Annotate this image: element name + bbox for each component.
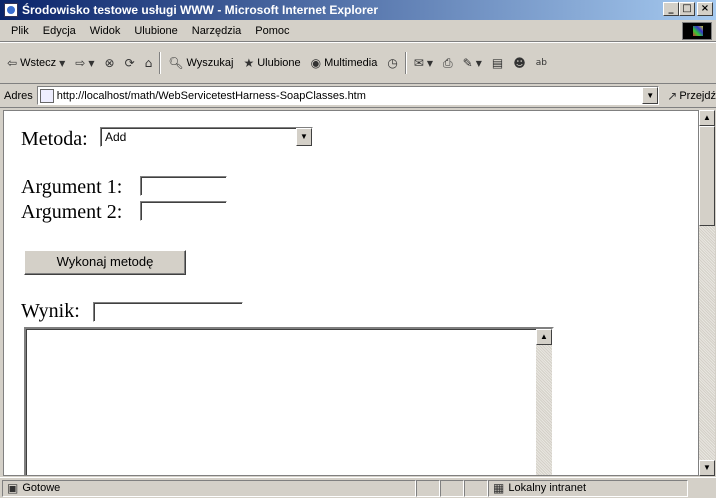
method-select-value: Add [105,130,127,144]
search-label: Wyszukaj [186,57,234,69]
history-button[interactable]: ◷ [384,52,400,74]
minimize-button[interactable]: _ [663,2,679,16]
maximize-button[interactable]: □ [679,2,695,16]
status-text: Gotowe [22,482,61,494]
back-label: Wstecz [20,57,57,69]
result-input[interactable] [93,302,243,322]
argument1-input[interactable] [140,176,227,196]
page-content: Metoda: Add ▼ Argument 1: Argument 2: Wy… [3,110,699,476]
security-zone-panel: ▦ Lokalny intranet [488,479,688,497]
scroll-up-button[interactable]: ▲ [536,329,552,345]
address-label: Adres [4,89,33,102]
result-label: Wynik: [21,300,80,322]
chevron-down-icon: ▼ [59,58,66,68]
close-button[interactable]: × [697,2,713,16]
refresh-icon: ⟳ [124,56,135,70]
toolbar-separator [404,52,407,74]
search-icon: 🔍︎ [168,56,184,70]
go-arrow-icon: ↗ [667,88,678,103]
stop-button[interactable]: ⊗ [102,52,118,74]
address-input[interactable]: http://localhost/math/WebServicetestHarn… [36,86,660,105]
title-bar: Środowisko testowe usługi WWW - Microsof… [0,0,716,20]
method-select[interactable]: Add ▼ [100,127,313,147]
argument2-input[interactable] [140,201,227,221]
messenger-icon: ☻ [513,56,526,70]
status-panel [464,479,488,497]
media-button[interactable]: ◉ Multimedia [308,52,381,74]
menu-edit[interactable]: Edycja [36,25,83,37]
argument1-label: Argument 1: [21,176,123,198]
forward-button[interactable]: ⇨ ▼ [72,52,97,74]
research-button[interactable]: ab [533,52,550,74]
menu-file[interactable]: Plik [4,25,36,37]
mail-icon: ✉ [413,56,424,70]
page-done-icon: ▣ [7,481,19,495]
argument2-label: Argument 2: [21,201,123,223]
scroll-down-button[interactable]: ▼ [699,460,715,476]
ie-icon [4,3,18,17]
address-dropdown-button[interactable]: ▼ [642,87,659,104]
chevron-down-icon: ▼ [426,58,434,68]
edit-icon: ✎ [462,56,473,70]
media-label: Multimedia [324,57,378,69]
menu-bar: Plik Edycja Widok Ulubione Narzędzia Pom… [0,20,716,42]
windows-logo-icon [682,22,712,40]
execute-method-button[interactable]: Wykonaj metodę [24,250,186,275]
print-icon: ⎙ [443,55,453,70]
home-button[interactable]: ⌂ [142,52,156,74]
status-panel [416,479,440,497]
method-label: Metoda: [21,128,88,150]
chevron-down-icon: ▼ [475,58,482,68]
favorites-icon: ★ [243,56,255,70]
address-bar: Adres http://localhost/math/WebServicete… [0,84,716,108]
print-button[interactable]: ⎙ [440,52,456,74]
research-icon: ab [535,58,547,68]
textarea-scrollbar[interactable]: ▲ [536,329,552,475]
discuss-icon: ▤ [491,56,504,70]
address-url: http://localhost/math/WebServicetestHarn… [56,89,366,102]
menu-favorites[interactable]: Ulubione [127,25,184,37]
security-zone: Lokalny intranet [508,482,587,494]
page-scrollbar[interactable]: ▲ ▼ [699,110,715,476]
edit-button[interactable]: ✎ ▼ [460,52,485,74]
toolbar-separator [159,52,162,74]
history-icon: ◷ [387,56,398,70]
favorites-label: Ulubione [257,57,301,69]
refresh-button[interactable]: ⟳ [122,52,138,74]
menu-view[interactable]: Widok [83,25,128,37]
messenger-button[interactable]: ☻ [510,52,529,74]
favorites-button[interactable]: ★ Ulubione [240,52,303,74]
method-dropdown-button[interactable]: ▼ [296,128,312,146]
window-controls: _ □ × [663,2,713,16]
status-text-panel: ▣ Gotowe [2,479,416,497]
home-icon: ⌂ [144,56,153,70]
window-title: Środowisko testowe usługi WWW - Microsof… [22,3,379,17]
go-button[interactable]: ↗ Przejdź [667,89,716,103]
media-icon: ◉ [310,56,322,70]
status-panel [440,479,464,497]
scroll-up-button[interactable]: ▲ [699,110,715,126]
go-label: Przejdź [679,89,716,102]
scroll-thumb[interactable] [699,126,715,226]
discuss-button[interactable]: ▤ [489,52,506,74]
mail-button[interactable]: ✉ ▼ [411,52,436,74]
forward-arrow-icon: ⇨ [75,56,86,70]
menu-help[interactable]: Pomoc [248,25,296,37]
back-button[interactable]: ⇦ Wstecz ▼ [4,52,68,74]
back-arrow-icon: ⇦ [7,56,18,70]
stop-icon: ⊗ [104,56,115,70]
chevron-down-icon: ▼ [88,58,95,68]
intranet-icon: ▦ [493,481,505,495]
result-textarea[interactable]: ▲ [24,327,554,475]
menu-tools[interactable]: Narzędzia [185,25,249,37]
toolbar: ⇦ Wstecz ▼ ⇨ ▼ ⊗ ⟳ ⌂ 🔍︎ Wyszukaj ★ Ulubi… [0,42,716,84]
page-icon [39,88,54,103]
search-button[interactable]: 🔍︎ Wyszukaj [165,52,236,74]
status-bar: ▣ Gotowe ▦ Lokalny intranet [0,477,716,498]
